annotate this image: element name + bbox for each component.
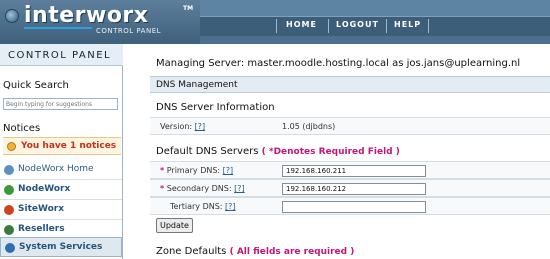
primary-dns-row: * Primary DNS: [?]: [150, 161, 550, 179]
header: interworx TM CONTROL PANEL HOME LOGOUT H…: [0, 0, 550, 44]
logo[interactable]: interworx TM CONTROL PANEL: [0, 0, 200, 44]
tertiary-dns-input[interactable]: [282, 201, 426, 213]
sidebar-item-system-services[interactable]: System Services: [0, 237, 122, 257]
zone-defaults-title: Zone Defaults ( All fields are required …: [156, 246, 354, 257]
quick-search-input[interactable]: [3, 98, 118, 110]
sidebar-item-nodeworx-home[interactable]: NodeWorx Home: [0, 160, 122, 180]
main-content: Managing Server: master.moodle.hosting.l…: [150, 44, 550, 259]
primary-dns-label: Primary DNS:: [166, 166, 221, 175]
sidebar-title: CONTROL PANEL: [0, 44, 123, 66]
primary-dns-help-link[interactable]: [?]: [223, 166, 234, 175]
notices-heading: Notices: [3, 123, 41, 134]
logo-subtitle: CONTROL PANEL: [96, 27, 162, 35]
secondary-dns-row: * Secondary DNS: [?]: [150, 179, 550, 197]
warning-icon: [7, 142, 16, 151]
managing-prefix: Managing Server:: [156, 58, 245, 69]
sidebar-item-nodeworx[interactable]: NodeWorx: [0, 180, 122, 200]
tertiary-dns-row: Tertiary DNS: [?]: [150, 197, 550, 215]
logo-trademark: TM: [183, 5, 194, 12]
header-topbar: [200, 0, 550, 16]
required-note: ( *Denotes Required Field ): [261, 147, 400, 157]
notice-alert[interactable]: You have 1 notices: [3, 137, 121, 155]
header-subbar: [200, 36, 550, 44]
notice-text: You have 1 notices: [21, 141, 117, 151]
primary-dns-label-group: * Primary DNS: [?]: [160, 166, 233, 175]
logo-text: interworx: [24, 3, 149, 28]
logo-underline: [24, 27, 92, 29]
nav-help-link[interactable]: HELP: [394, 20, 421, 29]
version-value: 1.05 (djbdns): [282, 122, 336, 131]
nav-divider: [386, 19, 387, 33]
sidebar-item-label: NodeWorx Home: [18, 164, 94, 174]
sidebar-item-label: System Services: [19, 242, 103, 252]
managing-server-name: master.moodle.hosting.local: [247, 58, 389, 69]
nav-home-link[interactable]: HOME: [286, 20, 317, 29]
tertiary-dns-label-group: Tertiary DNS: [?]: [170, 202, 236, 211]
zone-required-note: ( All fields are required ): [229, 247, 355, 257]
update-button[interactable]: Update: [156, 218, 193, 233]
nav-divider: [328, 19, 329, 33]
managing-user: jos.jans@uplearning.nl: [406, 58, 521, 69]
logo-globe-icon: [5, 9, 19, 23]
sidebar-item-label: Resellers: [18, 224, 65, 234]
sidebar-item-label: NodeWorx: [18, 184, 71, 194]
tertiary-dns-help-link[interactable]: [?]: [225, 202, 236, 211]
version-help-link[interactable]: [?]: [195, 122, 206, 131]
siteworx-icon: [4, 205, 14, 215]
nav-divider: [428, 19, 429, 33]
nav-logout-link[interactable]: LOGOUT: [336, 20, 379, 29]
managing-as: as: [392, 58, 404, 69]
nav-divider: [276, 19, 277, 33]
zone-defaults-heading: Zone Defaults: [156, 246, 227, 257]
sidebar-item-label: SiteWorx: [18, 204, 65, 214]
nodeworx-icon: [4, 185, 14, 195]
required-star: *: [160, 184, 165, 193]
sidebar: CONTROL PANEL Quick Search Notices You h…: [0, 44, 123, 259]
secondary-dns-label: Secondary DNS:: [166, 184, 232, 193]
secondary-dns-label-group: * Secondary DNS: [?]: [160, 184, 245, 193]
tertiary-dns-label: Tertiary DNS:: [170, 202, 223, 211]
secondary-dns-help-link[interactable]: [?]: [234, 184, 245, 193]
top-nav: HOME LOGOUT HELP: [200, 16, 550, 36]
resellers-icon: [4, 225, 14, 235]
default-dns-title: Default DNS Servers ( *Denotes Required …: [156, 146, 400, 157]
secondary-dns-input[interactable]: [282, 183, 426, 195]
required-star: *: [160, 166, 165, 175]
server-info-title: DNS Server Information: [156, 102, 275, 113]
quick-search-heading: Quick Search: [3, 80, 69, 91]
sidebar-item-siteworx[interactable]: SiteWorx: [0, 200, 122, 220]
page-title: DNS Management: [150, 76, 550, 93]
services-icon: [5, 243, 15, 253]
managing-server-line: Managing Server: master.moodle.hosting.l…: [156, 58, 520, 69]
default-dns-heading: Default DNS Servers: [156, 146, 259, 157]
version-label: Version:: [160, 122, 193, 131]
primary-dns-input[interactable]: [282, 165, 426, 177]
version-row: Version: [?] 1.05 (djbdns): [150, 117, 550, 135]
home-icon: [4, 165, 14, 175]
version-label-group: Version: [?]: [160, 122, 205, 131]
